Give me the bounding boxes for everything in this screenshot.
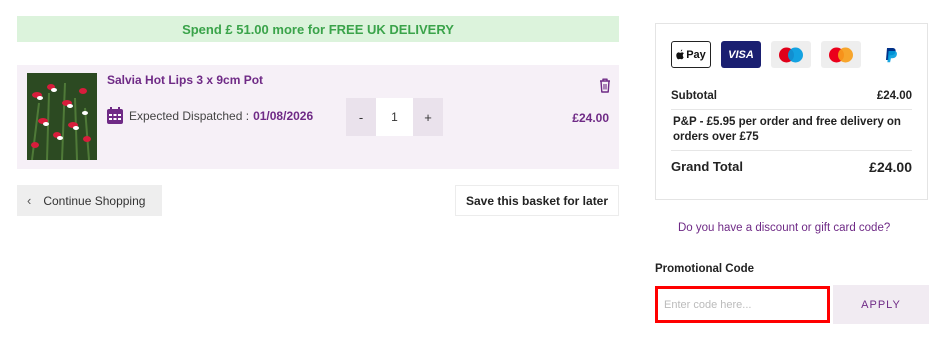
grand-total-row: Grand Total £24.00: [671, 159, 912, 175]
item-price: £24.00: [572, 111, 609, 125]
basket-item: Salvia Hot Lips 3 x 9cm Pot Expected Dis…: [17, 65, 619, 169]
apply-promo-label: APPLY: [861, 298, 901, 311]
divider: [671, 109, 912, 110]
increase-quantity-button[interactable]: +: [413, 98, 443, 136]
promo-code-input[interactable]: [655, 286, 830, 323]
subtotal-row: Subtotal £24.00: [671, 90, 912, 102]
free-delivery-banner: Spend £ 51.00 more for FREE UK DELIVERY: [17, 16, 619, 42]
quantity-stepper: - 1 +: [346, 98, 443, 136]
order-summary: Pay VISA Subtotal £24.00 P&P - £5.95 per…: [655, 23, 928, 200]
calendar-icon: [107, 107, 123, 124]
maestro-icon: [771, 41, 811, 68]
grand-total-value: £24.00: [869, 159, 912, 175]
trash-icon[interactable]: [599, 78, 611, 93]
divider: [671, 150, 912, 151]
payment-methods: Pay VISA: [671, 41, 911, 68]
visa-label: VISA: [728, 48, 754, 61]
product-image[interactable]: [27, 73, 97, 160]
quantity-value[interactable]: 1: [376, 98, 413, 136]
continue-shopping-label: Continue Shopping: [43, 193, 146, 208]
dispatch-info: Expected Dispatched : 01/08/2026: [107, 107, 313, 124]
promo-code-label: Promotional Code: [655, 263, 755, 275]
save-basket-button[interactable]: Save this basket for later: [455, 185, 619, 216]
save-basket-label: Save this basket for later: [465, 193, 609, 208]
mastercard-icon: [821, 41, 861, 68]
chevron-left-icon: ‹: [27, 193, 32, 208]
apple-pay-icon: Pay: [671, 41, 711, 68]
continue-shopping-button[interactable]: ‹ Continue Shopping: [17, 185, 162, 216]
visa-icon: VISA: [721, 41, 761, 68]
product-name[interactable]: Salvia Hot Lips 3 x 9cm Pot: [107, 73, 263, 87]
free-delivery-text: Spend £ 51.00 more for FREE UK DELIVERY: [182, 21, 454, 37]
dispatch-label: Expected Dispatched :: [129, 108, 250, 123]
grand-total-label: Grand Total: [671, 159, 743, 174]
paypal-icon: [871, 41, 911, 68]
discount-code-link[interactable]: Do you have a discount or gift card code…: [678, 222, 890, 234]
apple-pay-label: Pay: [686, 48, 706, 61]
dispatch-date: 01/08/2026: [253, 108, 314, 123]
apply-promo-button[interactable]: APPLY: [833, 285, 929, 324]
subtotal-label: Subtotal: [671, 90, 717, 102]
pnp-info: P&P - £5.95 per order and free delivery …: [673, 116, 901, 143]
decrease-quantity-button[interactable]: -: [346, 98, 376, 136]
subtotal-value: £24.00: [876, 90, 912, 102]
